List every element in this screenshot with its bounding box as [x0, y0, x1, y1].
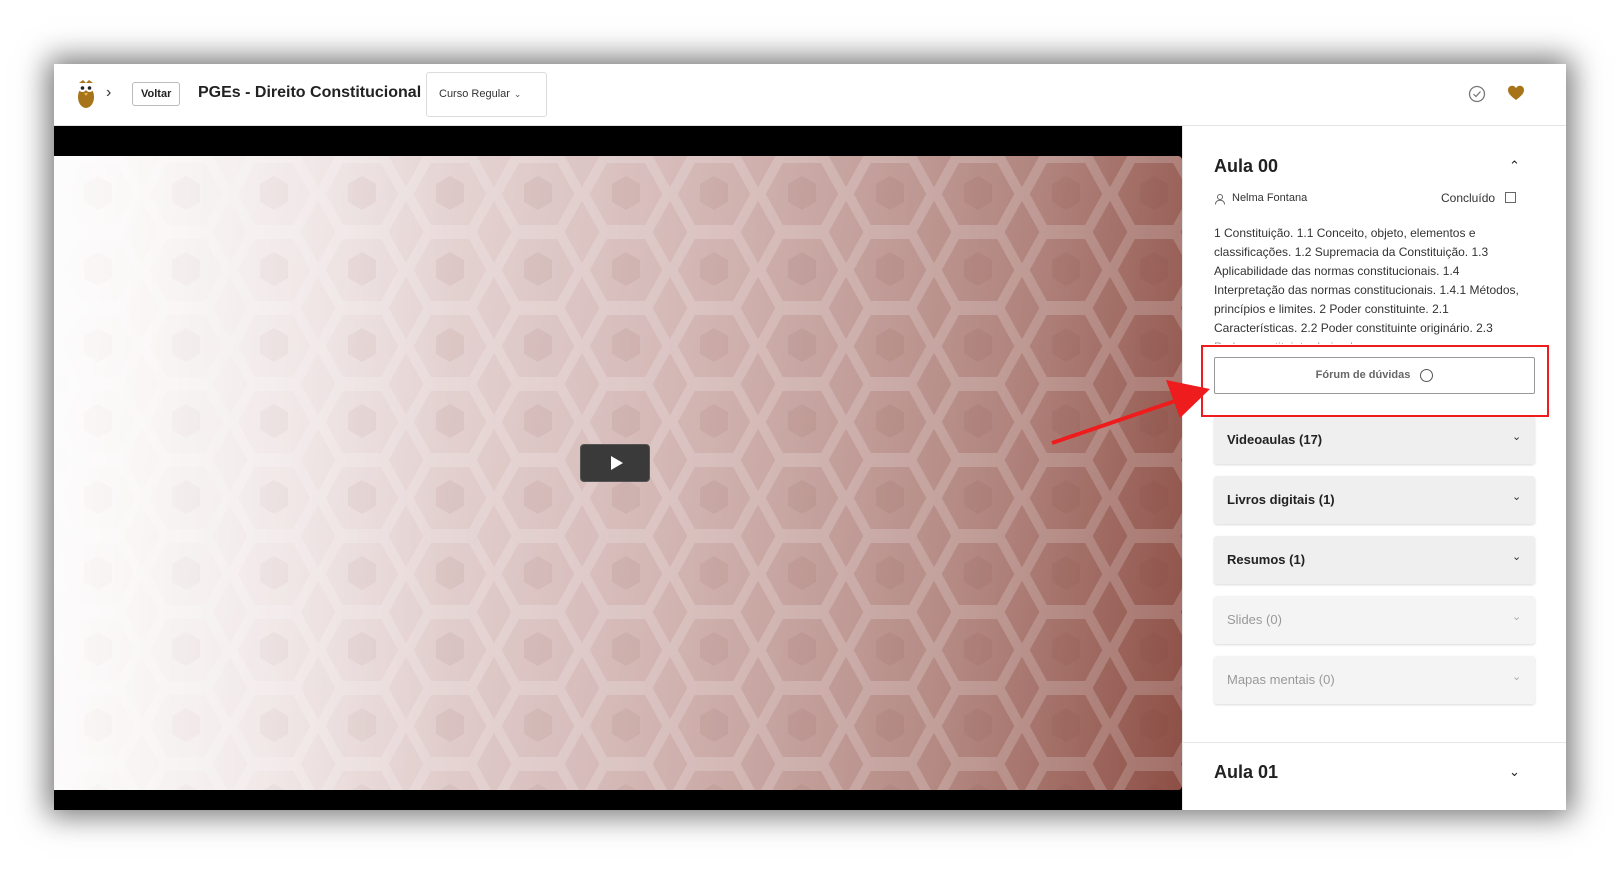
chevron-down-icon: ⌄ — [1512, 551, 1522, 563]
lesson-title[interactable]: Aula 00 — [1214, 156, 1278, 177]
section-label: Resumos (1) — [1227, 552, 1306, 567]
next-lesson-title[interactable]: Aula 01 — [1214, 762, 1278, 783]
chevron-up-icon[interactable]: ⌃ — [1509, 158, 1520, 174]
lesson-divider — [1183, 742, 1566, 743]
user-icon — [1215, 194, 1225, 205]
lesson-description: 1 Constituição. 1.1 Conceito, objeto, el… — [1214, 226, 1519, 344]
course-title: PGEs - Direito Constitucional — [198, 84, 422, 101]
top-header: › Voltar PGEs - Direito Constitucional C… — [54, 64, 1566, 126]
check-circle-icon[interactable] — [1468, 85, 1486, 103]
heart-icon[interactable] — [1507, 84, 1525, 102]
chevron-down-icon: ⌄ — [1512, 431, 1522, 443]
section-label: Slides (0) — [1227, 612, 1282, 627]
teacher-name: Nelma Fontana — [1232, 192, 1308, 204]
video-thumbnail — [54, 156, 1182, 790]
completed-checkbox[interactable] — [1505, 192, 1516, 203]
chevron-down-icon: ⌄ — [1512, 671, 1522, 683]
app-window: › Voltar PGEs - Direito Constitucional C… — [54, 64, 1566, 810]
course-type-dropdown[interactable]: Curso Regular ⌄ — [426, 72, 547, 117]
annotation-highlight-box — [1201, 345, 1549, 417]
course-type-value: Curso Regular — [439, 88, 510, 100]
section-videoaulas[interactable]: Videoaulas (17) ⌄ — [1214, 416, 1535, 464]
section-livros-digitais[interactable]: Livros digitais (1) ⌄ — [1214, 476, 1535, 524]
annotation-arrow — [1051, 380, 1210, 445]
section-resumos[interactable]: Resumos (1) ⌄ — [1214, 536, 1535, 584]
section-label: Mapas mentais (0) — [1227, 672, 1335, 687]
section-label: Livros digitais (1) — [1227, 492, 1335, 507]
back-button[interactable]: Voltar — [132, 82, 181, 106]
section-slides: Slides (0) ⌄ — [1214, 596, 1535, 644]
play-button[interactable] — [580, 444, 650, 482]
chevron-down-icon[interactable]: ⌄ — [1509, 764, 1520, 780]
video-player[interactable] — [54, 126, 1182, 810]
owl-logo-icon[interactable] — [76, 78, 96, 110]
completed-label: Concluído — [1441, 191, 1496, 205]
section-mapas-mentais: Mapas mentais (0) ⌄ — [1214, 656, 1535, 704]
chevron-down-icon: ⌄ — [1512, 611, 1522, 623]
chevron-right-icon: › — [106, 84, 112, 101]
lesson-panel: Aula 00 ⌃ Nelma Fontana Concluído 1 Cons… — [1182, 126, 1566, 810]
section-label: Videoaulas (17) — [1227, 432, 1323, 447]
chevron-down-icon: ⌄ — [1512, 491, 1522, 503]
chevron-down-icon: ⌄ — [513, 89, 522, 99]
